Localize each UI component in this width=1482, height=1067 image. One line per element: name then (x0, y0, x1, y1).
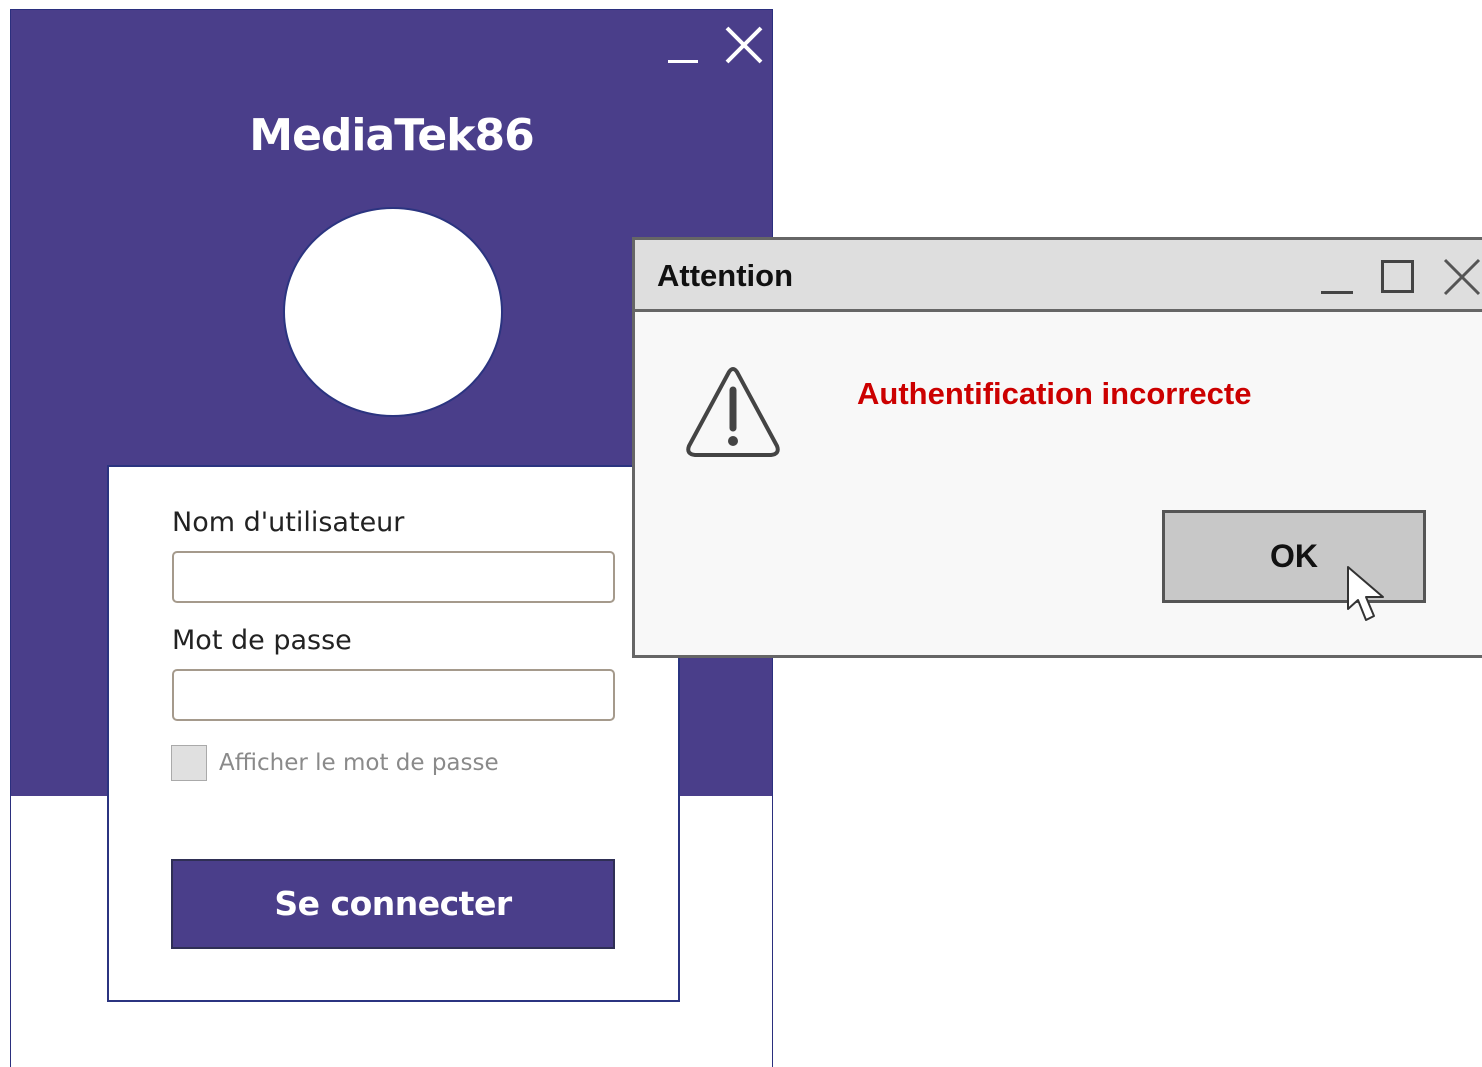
password-label: Mot de passe (172, 625, 352, 656)
connect-button[interactable]: Se connecter (171, 859, 615, 949)
avatar (283, 207, 503, 417)
dialog-titlebar: Attention (635, 240, 1482, 312)
username-label: Nom d'utilisateur (172, 507, 405, 538)
mouse-pointer-icon (1347, 566, 1384, 621)
minimize-icon[interactable] (1321, 291, 1353, 294)
close-icon[interactable] (723, 24, 765, 66)
dialog-title: Attention (657, 258, 794, 293)
show-password-checkbox[interactable] (171, 745, 207, 781)
password-input[interactable] (172, 669, 615, 721)
maximize-icon[interactable] (1381, 260, 1414, 293)
show-password-label: Afficher le mot de passe (219, 750, 499, 776)
login-form: Nom d'utilisateur Mot de passe Afficher … (107, 465, 680, 1002)
app-title: MediaTek86 (249, 110, 534, 161)
username-input[interactable] (172, 551, 615, 603)
minimize-icon[interactable] (668, 60, 698, 63)
close-icon[interactable] (1441, 256, 1482, 298)
warning-icon (686, 367, 780, 457)
alert-dialog: Attention Authentification incorrecte OK (632, 237, 1482, 658)
dialog-message: Authentification incorrecte (857, 376, 1252, 411)
